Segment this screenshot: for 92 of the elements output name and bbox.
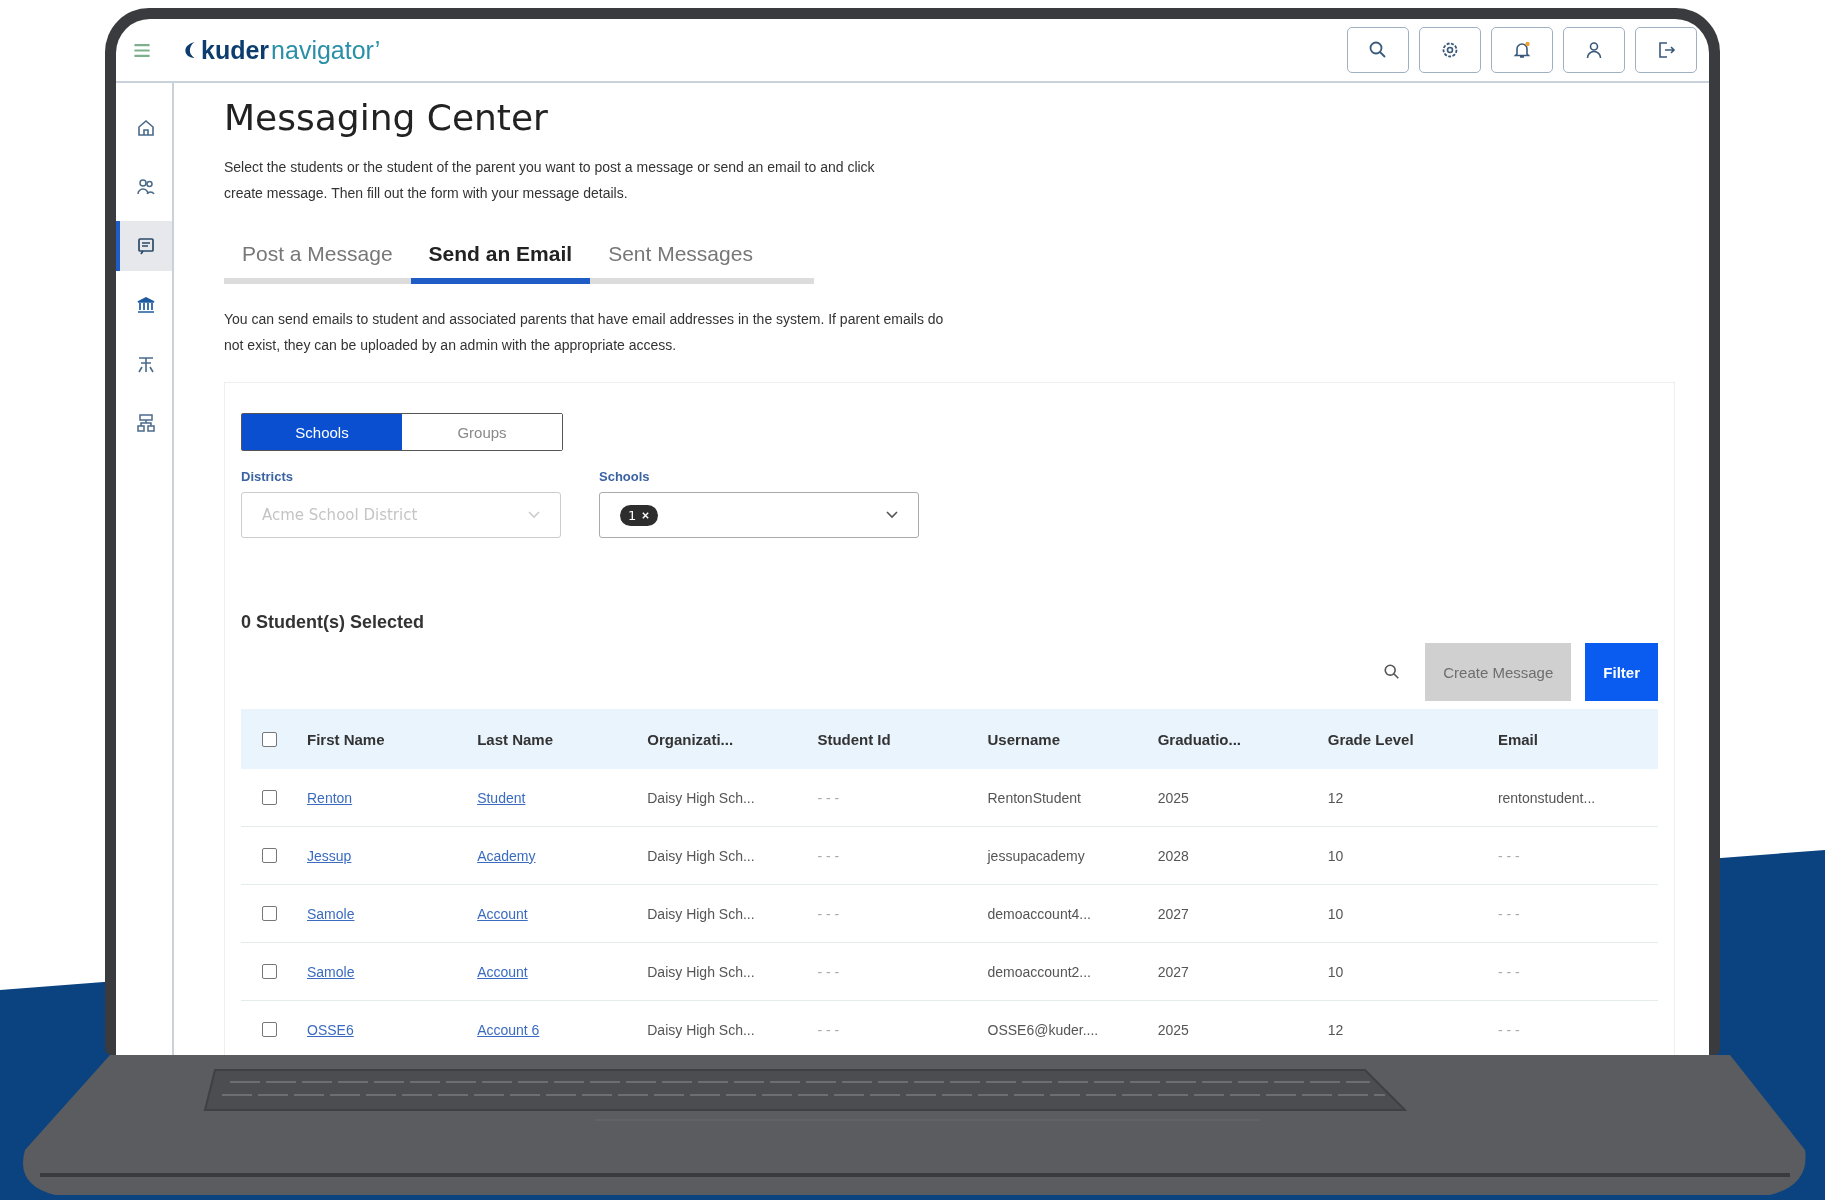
- select-value: Acme School District: [262, 506, 418, 524]
- table-cell: 10: [1327, 847, 1344, 864]
- column-header[interactable]: Graduatio...: [1147, 730, 1318, 748]
- close-icon: [641, 510, 651, 520]
- table-cell: 2027: [1157, 963, 1189, 980]
- table-cell: RentonStudent: [987, 789, 1081, 806]
- bell-icon: [1512, 40, 1532, 60]
- search-icon: [1368, 40, 1388, 60]
- tab[interactable]: Send an Email: [410, 234, 591, 284]
- table-cell: 12: [1327, 1021, 1344, 1038]
- search-button[interactable]: [1347, 27, 1409, 73]
- settings-icon: [1440, 40, 1460, 60]
- column-header[interactable]: Student Id: [807, 730, 978, 748]
- column-header[interactable]: First Name: [297, 730, 468, 748]
- field-label: Districts: [241, 469, 295, 484]
- logout-button[interactable]: [1635, 27, 1697, 73]
- checkbox[interactable]: [261, 1022, 277, 1037]
- name-link[interactable]: Renton: [307, 789, 353, 806]
- logo-text: navigator’: [271, 35, 381, 65]
- column-header[interactable]: Organizati...: [637, 730, 808, 748]
- table-cell: - - -: [817, 963, 840, 980]
- logout-icon: [1656, 40, 1676, 60]
- bank-icon: [136, 295, 156, 315]
- selected-count: 0 Student(s) Selected: [241, 612, 426, 633]
- table-cell: rentonstudent...: [1497, 789, 1596, 806]
- chevron-down-icon: [528, 511, 540, 519]
- tab[interactable]: Sent Messages: [590, 234, 771, 284]
- name-link[interactable]: OSSE6: [307, 1021, 354, 1038]
- page-title: Messaging Center: [224, 97, 549, 138]
- table-cell: - - -: [1497, 1021, 1520, 1038]
- name-link[interactable]: Account 6: [477, 1021, 540, 1038]
- checkbox[interactable]: [261, 731, 277, 747]
- email-note: You can send emails to student and associated parents that have email addresses in the system. If parent emails do not exist, they can be uploaded by an admin with the appropriate access.: [224, 310, 945, 355]
- table-cell: 12: [1327, 789, 1344, 806]
- field-label: Schools: [599, 469, 651, 484]
- menu-icon[interactable]: [133, 43, 151, 57]
- table-cell: Daisy High Sch...: [647, 847, 755, 864]
- selection-chip[interactable]: 1: [620, 504, 659, 526]
- table-cell: 2025: [1157, 1021, 1189, 1038]
- table-cell: 2025: [1157, 789, 1189, 806]
- table-cell: - - -: [1497, 963, 1520, 980]
- column-header[interactable]: Last Name: [467, 730, 638, 748]
- checkbox[interactable]: [261, 964, 277, 979]
- message-icon: [136, 236, 156, 256]
- column-header[interactable]: Email: [1487, 730, 1658, 748]
- user-icon: [1584, 40, 1604, 60]
- table-cell: demoaccount4...: [987, 905, 1091, 922]
- table-cell: jessupacademy: [987, 847, 1085, 864]
- name-link[interactable]: Student: [477, 789, 526, 806]
- checkbox[interactable]: [261, 906, 277, 921]
- table-cell: 10: [1327, 963, 1344, 980]
- table-cell: 2027: [1157, 905, 1189, 922]
- home-icon: [136, 118, 156, 138]
- table-cell: - - -: [817, 789, 840, 806]
- column-header[interactable]: Grade Level: [1317, 730, 1488, 748]
- table-cell: Daisy High Sch...: [647, 963, 755, 980]
- intro-text: Select the students or the student of the parent you want to post a message or send an email to and click create message. Then fill out the form with your message details.: [224, 158, 876, 203]
- table-cell: - - -: [817, 1021, 840, 1038]
- chevron-down-icon: [886, 511, 898, 519]
- name-link[interactable]: Account: [477, 963, 528, 980]
- filter-button[interactable]: Filter: [1585, 643, 1658, 701]
- search-icon[interactable]: [1383, 663, 1402, 681]
- people-icon: [136, 177, 156, 197]
- name-link[interactable]: Samole: [307, 905, 355, 922]
- name-link[interactable]: Samole: [307, 963, 355, 980]
- column-header[interactable]: Username: [977, 730, 1148, 748]
- checkbox[interactable]: [261, 790, 277, 805]
- toggle-option[interactable]: Schools: [242, 414, 402, 450]
- select-field[interactable]: 1: [599, 492, 919, 538]
- table-cell: OSSE6@kuder....: [987, 1021, 1099, 1038]
- sidebar-item[interactable]: [116, 221, 172, 271]
- logo-text: kuder: [201, 35, 270, 65]
- table-cell: - - -: [817, 847, 840, 864]
- table-cell: Daisy High Sch...: [647, 905, 755, 922]
- user-button[interactable]: [1563, 27, 1625, 73]
- signpost-icon: [136, 354, 156, 374]
- table-cell: - - -: [1497, 905, 1520, 922]
- sitemap-icon: [136, 413, 156, 433]
- name-link[interactable]: Account: [477, 905, 528, 922]
- table-cell: Daisy High Sch...: [647, 1021, 755, 1038]
- bell-button[interactable]: [1491, 27, 1553, 73]
- name-link[interactable]: Academy: [477, 847, 536, 864]
- table-cell: 2028: [1157, 847, 1189, 864]
- checkbox[interactable]: [261, 848, 277, 863]
- table-cell: 10: [1327, 905, 1344, 922]
- settings-button[interactable]: [1419, 27, 1481, 73]
- tab[interactable]: Post a Message: [224, 234, 411, 284]
- table-cell: demoaccount2...: [987, 963, 1091, 980]
- table-cell: - - -: [1497, 847, 1520, 864]
- table-cell: Daisy High Sch...: [647, 789, 755, 806]
- name-link[interactable]: Jessup: [307, 847, 352, 864]
- table-cell: - - -: [817, 905, 840, 922]
